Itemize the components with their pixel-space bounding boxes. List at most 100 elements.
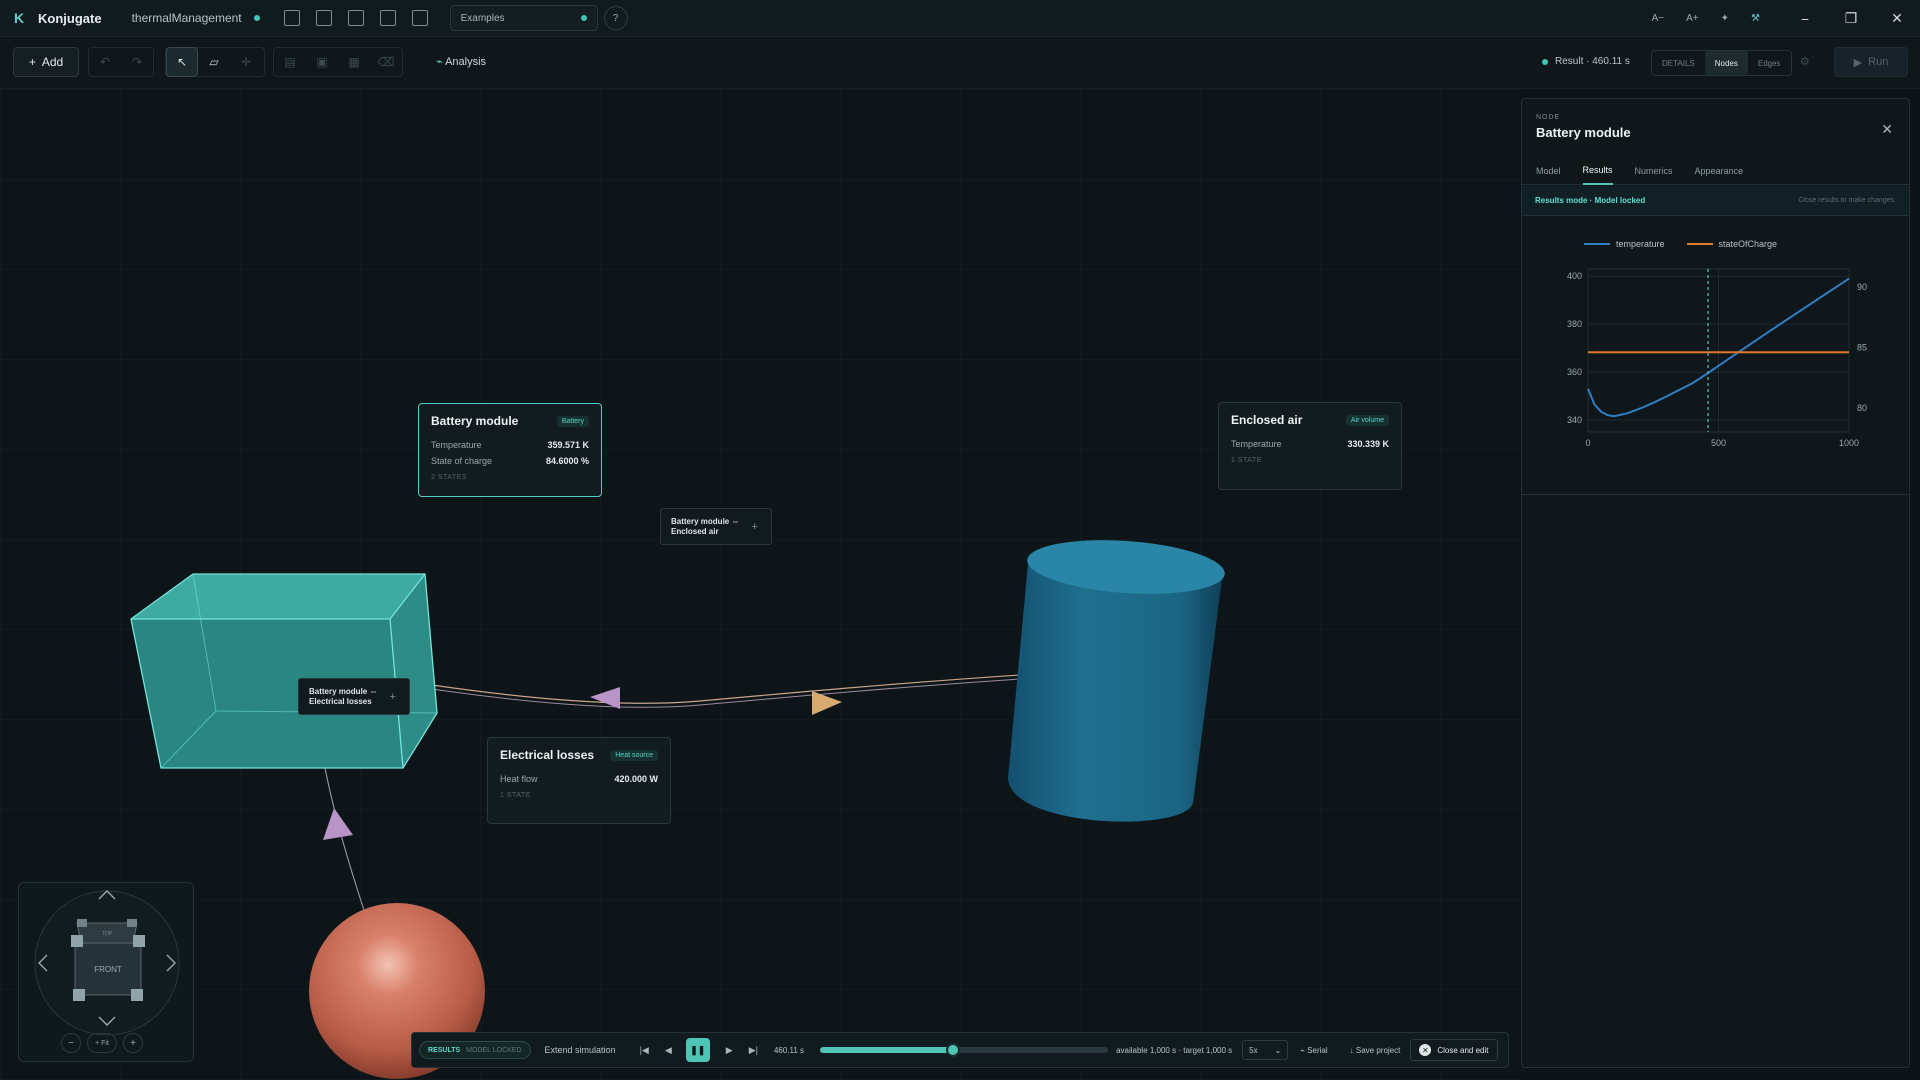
y-left-tick-label: 340 xyxy=(1567,415,1582,425)
examples-select[interactable]: Examples xyxy=(449,5,598,31)
edge-add-icon[interactable]: + xyxy=(389,691,395,702)
results-mode-text: Results mode · Model locked xyxy=(1535,196,1646,205)
row-label: Temperature xyxy=(1231,439,1282,449)
viewport-canvas[interactable]: Battery module Battery Temperature 359.57… xyxy=(0,89,1520,1080)
step-back-icon[interactable]: ◀ xyxy=(665,1045,672,1056)
y-left-tick-label: 360 xyxy=(1567,367,1582,377)
view-mode-nodes[interactable]: Nodes xyxy=(1704,51,1748,75)
group-icon[interactable]: ▦ xyxy=(338,47,370,77)
tab-model[interactable]: Model xyxy=(1536,157,1561,185)
panel-close-icon[interactable]: ✕ xyxy=(1881,121,1893,138)
edit-group: ▤ ▣ ▦ ⌫ xyxy=(273,47,403,77)
row-value: 359.571 K xyxy=(547,440,589,450)
cube-corner[interactable] xyxy=(71,935,83,947)
step-forward-icon[interactable]: ▶ xyxy=(726,1045,733,1056)
view-mode-details[interactable]: DETAILS xyxy=(1652,51,1705,75)
help-button[interactable]: ? xyxy=(603,6,628,30)
run-button[interactable]: ▶ Run xyxy=(1834,47,1908,77)
settings-icon[interactable]: ⚙ xyxy=(1800,55,1810,68)
skip-start-icon[interactable]: |◀ xyxy=(640,1045,649,1056)
close-window-button[interactable]: ✕ xyxy=(1874,10,1920,27)
extend-simulation-button[interactable]: Extend simulation xyxy=(545,1045,616,1055)
zoom-in-button[interactable]: + xyxy=(123,1033,143,1053)
pause-button[interactable]: ❚❚ xyxy=(685,1038,710,1062)
node-title: Electrical losses Heat source xyxy=(500,748,658,762)
font-smaller-button[interactable]: A− xyxy=(1652,13,1665,24)
font-larger-button[interactable]: A+ xyxy=(1686,13,1699,24)
open-folder-icon[interactable] xyxy=(315,10,332,26)
tools-icon[interactable]: ⚒ xyxy=(1751,13,1760,24)
cube-corner[interactable] xyxy=(77,919,87,927)
move-tool-icon[interactable]: ✛ xyxy=(230,47,262,77)
duplicate-icon[interactable]: ▣ xyxy=(306,47,338,77)
tab-appearance[interactable]: Appearance xyxy=(1695,157,1744,185)
sparkle-icon[interactable]: ✦ xyxy=(1721,13,1729,24)
cube-corner[interactable] xyxy=(133,935,145,947)
view-mode-edges[interactable]: Edges xyxy=(1748,51,1791,75)
redo-icon[interactable]: ↷ xyxy=(121,47,153,77)
undo-icon[interactable]: ↶ xyxy=(89,47,121,77)
results-chart: temperature stateOfCharge 340 360 380 400 0 5… xyxy=(1522,217,1909,495)
edge-label-battery-air[interactable]: Battery module ⇔ Enclosed air + xyxy=(660,508,772,545)
edge-label-line: Battery module ⇔ xyxy=(671,516,740,526)
fit-button[interactable]: + Fit xyxy=(87,1033,117,1053)
grid-icon[interactable] xyxy=(411,10,428,26)
node-title-text: Enclosed air xyxy=(1231,413,1303,427)
new-file-icon[interactable] xyxy=(283,10,300,26)
tab-results[interactable]: Results xyxy=(1582,157,1613,185)
y-right-tick-label: 90 xyxy=(1857,282,1867,292)
tab-numerics[interactable]: Numerics xyxy=(1635,157,1673,185)
edge-label-line: Electrical losses xyxy=(309,696,372,706)
zoom-out-button[interactable]: − xyxy=(61,1033,81,1053)
panel-title: Battery module xyxy=(1536,125,1631,140)
run-label: Run xyxy=(1868,56,1889,68)
save-icon[interactable] xyxy=(347,10,364,26)
time-slider-handle[interactable] xyxy=(945,1043,960,1057)
node-card-losses[interactable]: Electrical losses Heat source Heat flow 4… xyxy=(487,737,671,824)
air-cylinder-3d[interactable] xyxy=(1008,534,1227,822)
plane-tool-icon[interactable]: ▱ xyxy=(198,47,230,77)
history-group: ↶ ↷ xyxy=(88,47,154,77)
edge-add-icon[interactable]: + xyxy=(751,521,757,532)
copy-icon[interactable]: ▤ xyxy=(274,47,306,77)
maximize-button[interactable]: ❐ xyxy=(1828,10,1874,27)
save-project-button[interactable]: ↓ Save project xyxy=(1350,1046,1401,1055)
save-as-icon[interactable] xyxy=(379,10,396,26)
close-and-edit-button[interactable]: ✕ Close and edit xyxy=(1410,1039,1498,1061)
app-name: Konjugate xyxy=(38,10,102,26)
app-logo-icon: K xyxy=(14,10,25,26)
edge-label-line: Battery module ⇔ xyxy=(309,686,378,696)
skip-end-icon[interactable]: ▶| xyxy=(749,1045,758,1056)
edge-label-battery-losses[interactable]: Battery module ⇔ Electrical losses + xyxy=(298,678,410,715)
analysis-button[interactable]: ⌁ Analysis xyxy=(436,55,486,68)
cube-corner[interactable] xyxy=(73,989,85,1001)
x-tick-label: 0 xyxy=(1585,438,1590,448)
delete-icon[interactable]: ⌫ xyxy=(370,47,402,77)
serial-toggle[interactable]: ⌁ Serial xyxy=(1300,1046,1328,1055)
edge-wire-battery-air-b xyxy=(417,678,1021,708)
analysis-label: Analysis xyxy=(445,56,487,68)
edge-arrow-air xyxy=(812,691,842,715)
results-mode-pill: RESULTS MODEL LOCKED xyxy=(419,1041,531,1059)
project-name: thermalManagement xyxy=(131,11,242,25)
battery-box-3d[interactable] xyxy=(130,573,438,769)
results-mode-sub: MODEL LOCKED xyxy=(466,1046,522,1054)
node-card-battery[interactable]: Battery module Battery Temperature 359.57… xyxy=(418,403,602,497)
speed-select[interactable]: 5x ⌄ xyxy=(1242,1040,1289,1060)
y-left-tick-label: 400 xyxy=(1567,271,1582,281)
minimize-button[interactable]: − xyxy=(1782,11,1828,27)
cube-corner[interactable] xyxy=(127,919,137,927)
edge-wire-battery-losses[interactable] xyxy=(324,767,366,914)
window-controls: A− A+ ✦ ⚒ − ❐ ✕ xyxy=(1652,0,1920,37)
add-button[interactable]: + Add xyxy=(13,47,79,77)
y-right-tick-label: 85 xyxy=(1857,342,1867,352)
row-value: 420.000 W xyxy=(614,774,658,784)
node-card-air[interactable]: Enclosed air Air volume Temperature 330.3… xyxy=(1218,402,1402,490)
results-mode-hint: Close results to make changes. xyxy=(1798,197,1896,204)
time-slider[interactable] xyxy=(820,1043,1109,1057)
cube-corner[interactable] xyxy=(131,989,143,1001)
unsaved-dot-icon xyxy=(253,15,260,21)
node-title: Enclosed air Air volume xyxy=(1231,413,1389,427)
node-states: 2 STATES xyxy=(431,474,468,481)
select-tool-icon[interactable]: ↖ xyxy=(166,47,198,77)
